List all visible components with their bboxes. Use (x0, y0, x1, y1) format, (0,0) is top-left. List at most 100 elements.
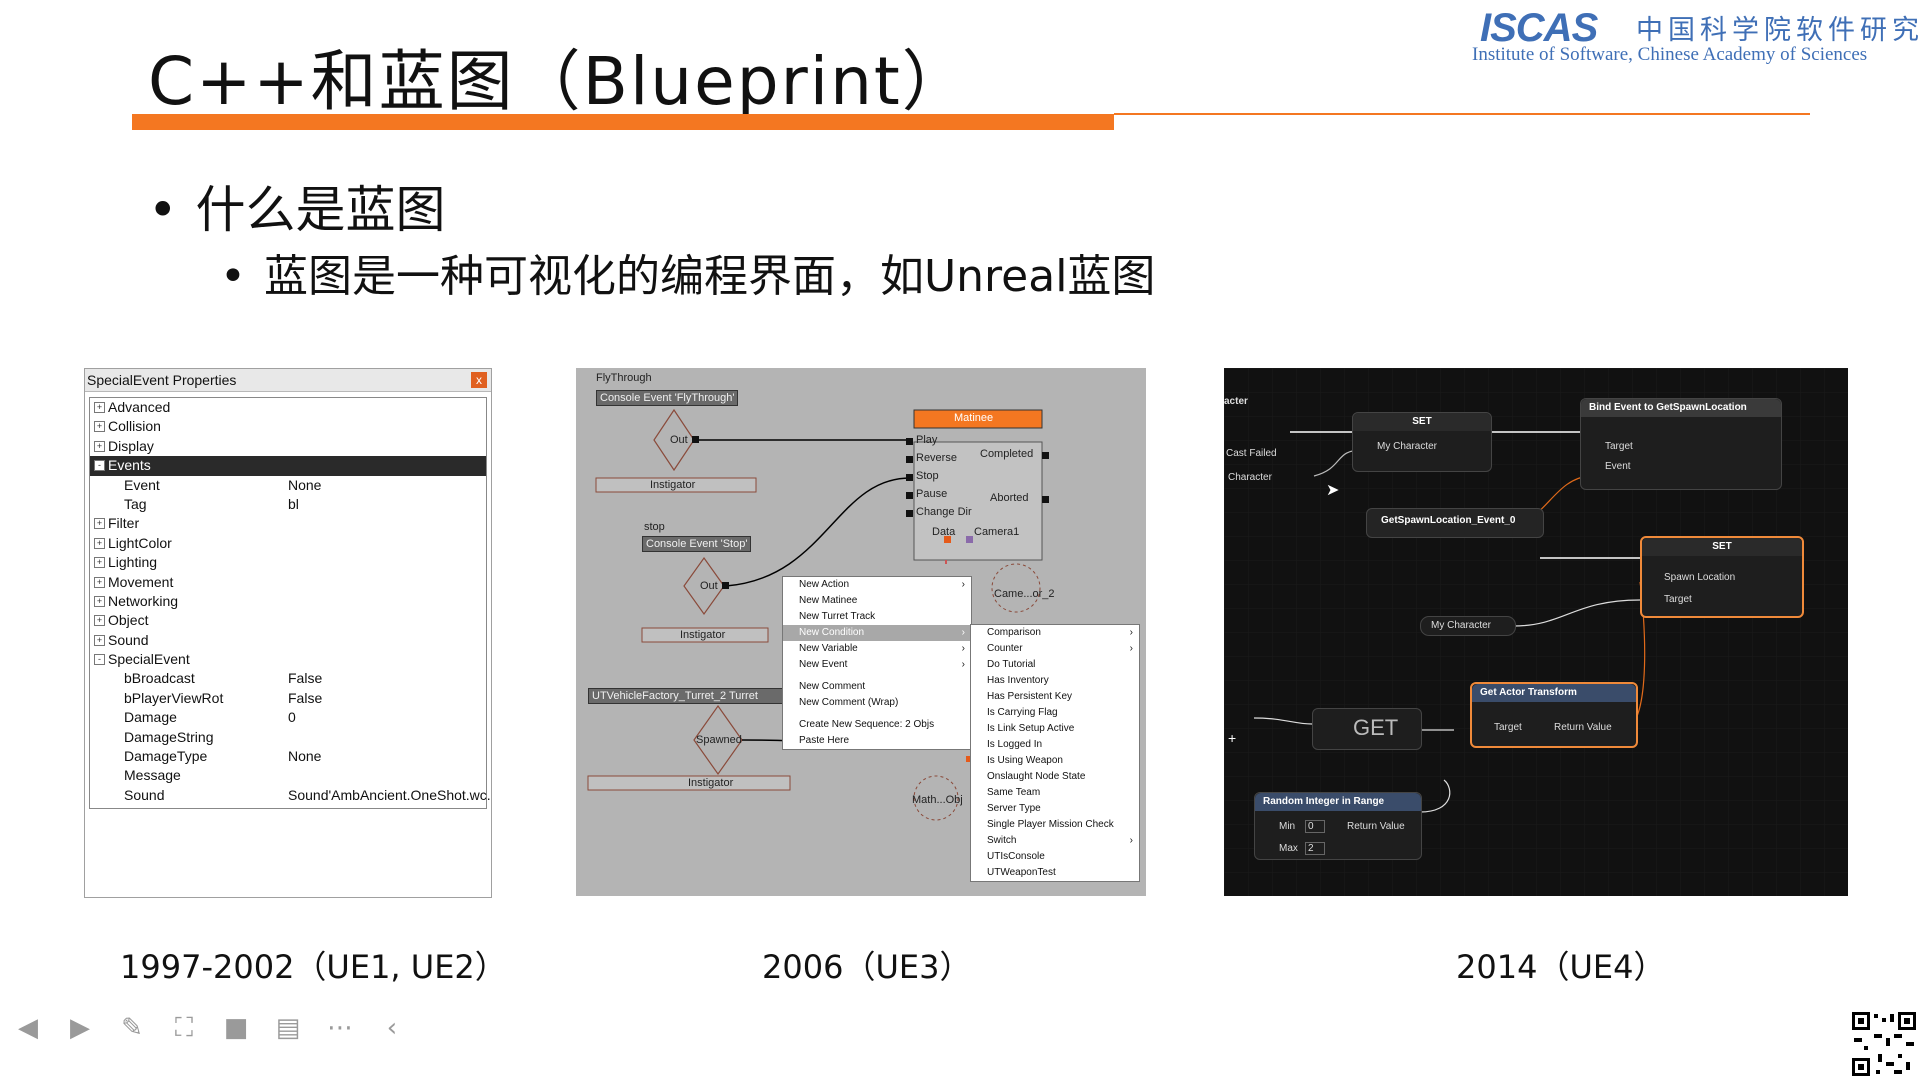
expand-icon[interactable]: + (94, 518, 105, 530)
expand-icon[interactable]: + (94, 402, 105, 413)
menu-item[interactable]: Is Carrying Flag (971, 705, 1139, 721)
menu-item[interactable]: New Comment (Wrap) (783, 695, 971, 711)
property-row[interactable]: Event None (90, 476, 486, 495)
property-name: Damage (124, 709, 177, 726)
get-node-label: GET (1353, 715, 1399, 740)
property-row[interactable]: + Collision (90, 417, 486, 436)
properties-window-title: SpecialEvent Properties x (85, 369, 491, 392)
property-row[interactable]: + Object (90, 611, 486, 630)
menu-item-label: New Comment (Wrap) (799, 697, 899, 708)
property-name: Filter (108, 515, 140, 532)
bullet-level2-text: 蓝图是一种可视化的编程界面，如Unreal蓝图 (263, 251, 1156, 302)
menu-item[interactable]: Create New Sequence: 2 Objs (783, 717, 971, 733)
expand-icon[interactable]: + (94, 421, 105, 433)
menu-item[interactable]: Switch › (971, 833, 1139, 849)
property-row[interactable]: Message (90, 766, 486, 785)
collapse-icon[interactable]: - (94, 654, 105, 666)
screenshot-icon[interactable]: ⛶ (168, 1012, 200, 1044)
property-row[interactable]: Tag bl (90, 495, 486, 514)
menu-item[interactable]: Counter › (971, 641, 1139, 657)
menu-item[interactable]: Has Inventory (971, 673, 1139, 689)
property-row[interactable]: + Lighting (90, 553, 486, 572)
menu-item[interactable]: Is Link Setup Active (971, 721, 1139, 737)
property-name: Collision (108, 418, 161, 435)
menu-item[interactable]: Is Using Weapon (971, 753, 1139, 769)
submenu-arrow-icon: › (961, 579, 965, 590)
menu-item[interactable]: UTIsConsole (971, 849, 1139, 865)
menu-item-label: UTWeaponTest (987, 867, 1056, 878)
expand-icon[interactable]: + (94, 440, 105, 452)
property-row[interactable]: - SpecialEvent (90, 650, 486, 669)
property-row[interactable]: bPlayerViewRot False (90, 689, 486, 708)
instigator-pin-3: Instigator (688, 777, 734, 789)
property-row[interactable]: DamageString (90, 728, 486, 747)
property-row[interactable]: DamageType None (90, 747, 486, 766)
out-pin-1: Out (670, 434, 688, 446)
menu-item[interactable]: UTWeaponTest (971, 865, 1139, 881)
camera-icon[interactable]: ■ (220, 1012, 252, 1044)
more-icon[interactable]: ⋯ (324, 1012, 356, 1044)
property-value: bl (288, 495, 299, 512)
collapse-icon[interactable]: - (94, 460, 105, 472)
menu-item[interactable]: Is Logged In (971, 737, 1139, 753)
property-row[interactable]: Sound Sound'AmbAncient.OneShot.wc... (90, 786, 491, 805)
property-row[interactable]: + Advanced (90, 398, 486, 417)
menu-item[interactable]: Has Persistent Key (971, 689, 1139, 705)
menu-item[interactable]: Single Player Mission Check (971, 817, 1139, 833)
submenu-arrow-icon: › (961, 627, 965, 638)
property-row[interactable]: + LightColor (90, 534, 486, 553)
set-node-right: SET Spawn Location Target (1640, 536, 1804, 618)
submenu-arrow-icon: › (1129, 643, 1133, 654)
menu-item[interactable]: Server Type (971, 801, 1139, 817)
expand-icon[interactable]: + (94, 615, 105, 627)
menu-item[interactable]: New Comment (783, 679, 971, 695)
console-event-stop: Console Event 'Stop' (642, 536, 752, 552)
comment-icon[interactable]: ▤ (272, 1012, 304, 1044)
property-name: Movement (108, 573, 174, 590)
property-value: False (288, 670, 323, 687)
menu-item[interactable]: Same Team (971, 785, 1139, 801)
collapse-icon[interactable]: ‹ (376, 1012, 408, 1044)
prev-icon[interactable]: ◀ (12, 1012, 44, 1044)
property-row[interactable]: + Sound (90, 631, 486, 650)
expand-icon[interactable]: + (94, 576, 105, 588)
bullet-level2: • 蓝图是一种可视化的编程界面，如Unreal蓝图 (220, 240, 1155, 304)
property-name: Tag (124, 495, 147, 512)
menu-item[interactable]: New Event › (783, 657, 971, 673)
menu-item[interactable]: Comparison › (971, 625, 1139, 641)
expand-icon[interactable]: + (94, 634, 105, 646)
expand-icon[interactable]: + (94, 557, 105, 569)
property-row[interactable]: bBroadcast False (90, 669, 486, 688)
menu-item-label: Comparison (987, 627, 1041, 638)
menu-item-label: New Event (799, 659, 848, 670)
menu-item-label: New Matinee (799, 595, 858, 606)
menu-item-label: Onslaught Node State (987, 771, 1086, 782)
properties-tree: + Advanced + Collision + Display - Events Event N… (89, 397, 491, 809)
property-row[interactable]: - Events (90, 456, 486, 476)
property-row[interactable]: Damage 0 (90, 708, 486, 727)
menu-item[interactable]: New Condition › (783, 625, 971, 641)
title-underline-thick (132, 114, 1114, 130)
my-character-pin: My Character (1377, 441, 1438, 452)
caption-ue1: 1997-2002（UE1, UE2） (120, 948, 507, 986)
menu-item-label: Counter (987, 643, 1023, 654)
menu-item[interactable]: Onslaught Node State (971, 769, 1139, 785)
property-name: Sound (124, 786, 165, 803)
property-name: Display (108, 437, 154, 454)
menu-item-label: Switch (987, 835, 1017, 846)
play-icon[interactable]: ▶ (64, 1012, 96, 1044)
menu-item[interactable]: New Turret Track (783, 609, 971, 625)
property-row[interactable]: + Display (90, 437, 486, 456)
property-row[interactable]: + Networking (90, 592, 486, 611)
expand-icon[interactable]: + (94, 595, 105, 607)
menu-item[interactable]: New Action › (783, 577, 971, 593)
property-row[interactable]: + Movement (90, 573, 486, 592)
menu-item[interactable]: Do Tutorial (971, 657, 1139, 673)
property-row[interactable]: + Filter (90, 514, 486, 533)
expand-icon[interactable]: + (94, 537, 105, 549)
set-target-pin: Target (1664, 594, 1692, 605)
menu-item[interactable]: New Variable › (783, 641, 971, 657)
menu-item[interactable]: Paste Here (783, 733, 971, 749)
pen-icon[interactable]: ✎ (116, 1012, 148, 1044)
menu-item[interactable]: New Matinee (783, 593, 971, 609)
